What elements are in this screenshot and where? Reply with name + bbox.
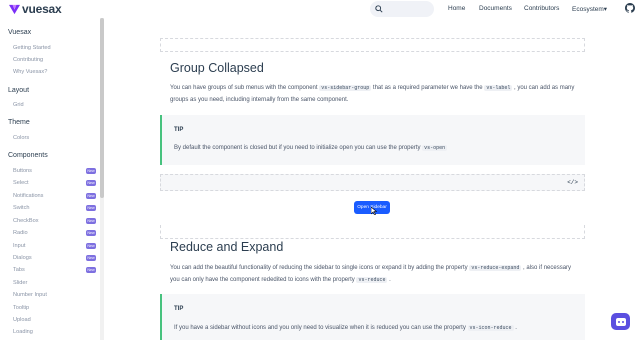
top-header: vuesax Home Documents Contributors Ecosy…	[0, 0, 640, 18]
nav-ecosystem-label: Ecosystem	[572, 6, 604, 13]
new-badge: New	[86, 230, 96, 236]
nav-home[interactable]: Home	[448, 5, 465, 12]
main-content: Group Collapsed You can have groups of s…	[160, 18, 585, 340]
sidebar-item-contributing[interactable]: Contributing	[13, 57, 43, 63]
sidebar-item-slider[interactable]: Slider	[13, 280, 27, 286]
section-title-group-collapsed: Group Collapsed	[170, 61, 264, 75]
sidebar-item-checkbox[interactable]: CheckBox	[13, 218, 39, 224]
new-badge: New	[86, 180, 96, 186]
inline-code: vs-open	[422, 145, 448, 151]
sidebar-item-colors[interactable]: Colors	[13, 135, 29, 141]
sidebar-item-why-vuesax[interactable]: Why Vuesax?	[13, 69, 47, 75]
sidebar-item-input[interactable]: Input	[13, 243, 25, 249]
vuesax-logo-icon	[9, 4, 20, 14]
tip-title: TIP	[174, 306, 184, 312]
sidebar-item-buttons[interactable]: Buttons	[13, 168, 32, 174]
example-box-bottom	[160, 225, 585, 239]
inline-code: vs-reduce-expand	[469, 265, 522, 271]
paragraph-text: , also	[523, 265, 538, 271]
new-badge: New	[86, 205, 96, 211]
search-input[interactable]	[370, 1, 434, 17]
code-toolbar: </>	[160, 174, 585, 191]
sidebar: Vuesax Getting Started Contributing Why …	[0, 18, 104, 340]
example-box-top	[160, 38, 585, 52]
paragraph-text: You can have groups of sub menus with th…	[170, 85, 318, 91]
new-badge: New	[86, 168, 96, 174]
tip-text-body: By default the component is closed but i…	[174, 145, 421, 151]
new-badge: New	[86, 267, 96, 273]
sidebar-item-loading[interactable]: Loading	[13, 329, 33, 335]
tip-title: TIP	[174, 127, 184, 133]
sidebar-item-switch[interactable]: Switch	[13, 205, 29, 211]
sidebar-item-upload[interactable]: Upload	[13, 317, 31, 323]
sidebar-heading-vuesax: Vuesax	[8, 29, 32, 36]
tip-text: If you have a sidebar without icons and …	[174, 325, 517, 331]
chevron-down-icon: ▾	[603, 6, 608, 13]
tip-text-body: If you have a sidebar without icons and …	[174, 325, 466, 331]
section-title-reduce-expand: Reduce and Expand	[170, 240, 284, 254]
logo-text: vuesax	[22, 2, 62, 16]
nav-documents[interactable]: Documents	[479, 5, 512, 12]
paragraph-text: You can add the beautiful functionality …	[170, 265, 468, 271]
sidebar-item-getting-started[interactable]: Getting Started	[13, 45, 51, 51]
paragraph-text: that as a required parameter we have the	[372, 85, 483, 91]
inline-code: vs-icon-reduce	[467, 325, 514, 331]
tip-box: TIP By default the component is closed b…	[160, 115, 585, 165]
right-gutter	[585, 18, 640, 340]
section-paragraph: You can add the beautiful functionality …	[170, 262, 575, 286]
new-badge: New	[86, 218, 96, 224]
robot-chat-icon	[615, 317, 626, 326]
tip-box: TIP If you have a sidebar without icons …	[160, 294, 585, 340]
nav-ecosystem[interactable]: Ecosystem▾	[572, 5, 607, 13]
mouse-cursor-icon	[371, 207, 377, 215]
logo[interactable]: vuesax	[9, 2, 62, 16]
new-badge: New	[86, 243, 96, 249]
sidebar-item-grid[interactable]: Grid	[13, 102, 24, 108]
chat-button[interactable]	[611, 313, 630, 330]
sidebar-item-tooltip[interactable]: Tooltip	[13, 305, 29, 311]
inline-code: vs-sidebar-group	[319, 85, 372, 91]
nav-contributors[interactable]: Contributors	[524, 5, 559, 12]
sidebar-item-tabs[interactable]: Tabs	[13, 267, 25, 273]
sidebar-heading-components: Components	[8, 152, 48, 159]
sidebar-scrollbar-thumb[interactable]	[100, 18, 104, 198]
paragraph-text: .	[389, 277, 391, 283]
sidebar-heading-layout: Layout	[8, 87, 30, 94]
inline-code: vs-reduce	[356, 277, 388, 283]
search-icon	[375, 5, 383, 13]
new-badge: New	[86, 255, 96, 261]
sidebar-item-notifications[interactable]: Notifications	[13, 193, 43, 199]
github-icon[interactable]	[625, 3, 635, 13]
sidebar-item-radio[interactable]: Radio	[13, 230, 28, 236]
paragraph-text: , you can	[514, 85, 539, 91]
tip-text: By default the component is closed but i…	[174, 145, 448, 151]
sidebar-item-select[interactable]: Select	[13, 180, 29, 186]
inline-code: vs-label	[484, 85, 513, 91]
new-badge: New	[86, 193, 96, 199]
sidebar-item-dialogs[interactable]: Dialogs	[13, 255, 32, 261]
tip-text-end: .	[515, 325, 517, 331]
sidebar-heading-theme: Theme	[8, 119, 30, 126]
code-toggle-icon[interactable]: </>	[567, 179, 578, 186]
sidebar-item-number-input[interactable]: Number Input	[13, 292, 47, 298]
section-paragraph: You can have groups of sub menus with th…	[170, 82, 575, 106]
